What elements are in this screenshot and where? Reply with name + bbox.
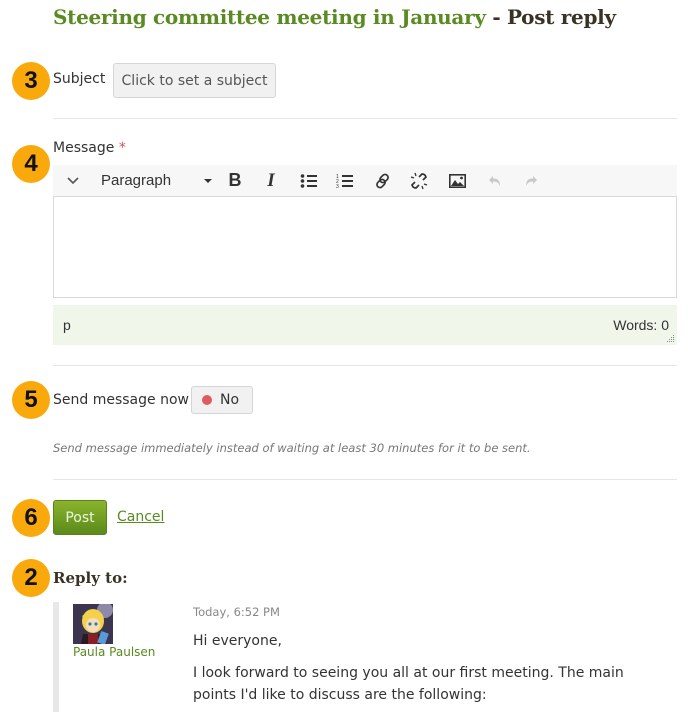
post-button[interactable]: Post [53, 500, 107, 535]
callout-badge-subject: 3 [12, 62, 50, 100]
message-label: Message * [53, 140, 126, 156]
divider [53, 479, 677, 480]
redo-icon[interactable] [521, 165, 541, 196]
toggle-off-dot-icon [202, 395, 212, 405]
image-icon[interactable] [446, 165, 468, 196]
svg-text:3: 3 [336, 184, 339, 189]
avatar[interactable] [73, 604, 113, 644]
send-now-hint: Send message immediately instead of wait… [53, 441, 531, 455]
bullet-list-icon[interactable] [298, 165, 320, 196]
undo-icon[interactable] [485, 165, 505, 196]
title-suffix: - Post reply [485, 5, 616, 29]
element-path[interactable]: p [63, 317, 71, 333]
editor-toolbar: Paragraph B I 123 [53, 165, 677, 196]
numbered-list-icon[interactable]: 123 [334, 165, 356, 196]
divider [53, 365, 677, 366]
word-count: Words: 0 [613, 317, 669, 333]
subject-label: Subject [53, 71, 106, 87]
post-timestamp: Today, 6:52 PM [193, 605, 280, 619]
message-editor[interactable] [53, 196, 677, 298]
author-link[interactable]: Paula Paulsen [73, 645, 155, 659]
callout-badge-message: 4 [12, 145, 50, 183]
quote-bar [53, 602, 59, 712]
editor-statusbar: p Words: 0 [53, 305, 677, 345]
format-select-value: Paragraph [101, 172, 172, 189]
topic-link[interactable]: Steering committee meeting in January [53, 5, 486, 29]
italic-icon[interactable]: I [261, 165, 281, 196]
set-subject-button[interactable]: Click to set a subject [113, 63, 276, 98]
send-now-toggle[interactable]: No [191, 386, 253, 414]
callout-badge-reply-to: 2 [12, 559, 50, 597]
cancel-link[interactable]: Cancel [117, 509, 164, 525]
send-now-label: Send message now [53, 392, 189, 408]
format-select[interactable]: Paragraph [101, 165, 213, 196]
post-paragraph: Hi everyone, [193, 633, 282, 649]
resize-handle-icon[interactable] [667, 335, 675, 343]
reply-to-heading: Reply to: [53, 569, 128, 587]
caret-down-icon [204, 178, 212, 183]
bold-icon[interactable]: B [225, 165, 245, 196]
chevron-down-icon[interactable] [63, 165, 83, 196]
divider [53, 118, 677, 119]
callout-badge-post: 6 [12, 499, 50, 537]
callout-badge-send-now: 5 [12, 381, 50, 419]
required-marker: * [118, 140, 126, 156]
page-title: Steering committee meeting in January - … [53, 5, 616, 29]
link-icon[interactable] [372, 165, 394, 196]
message-label-text: Message [53, 140, 115, 156]
send-now-toggle-label: No [220, 392, 240, 408]
unlink-icon[interactable] [408, 165, 430, 196]
post-paragraph: I look forward to seeing you all at our … [193, 665, 624, 703]
